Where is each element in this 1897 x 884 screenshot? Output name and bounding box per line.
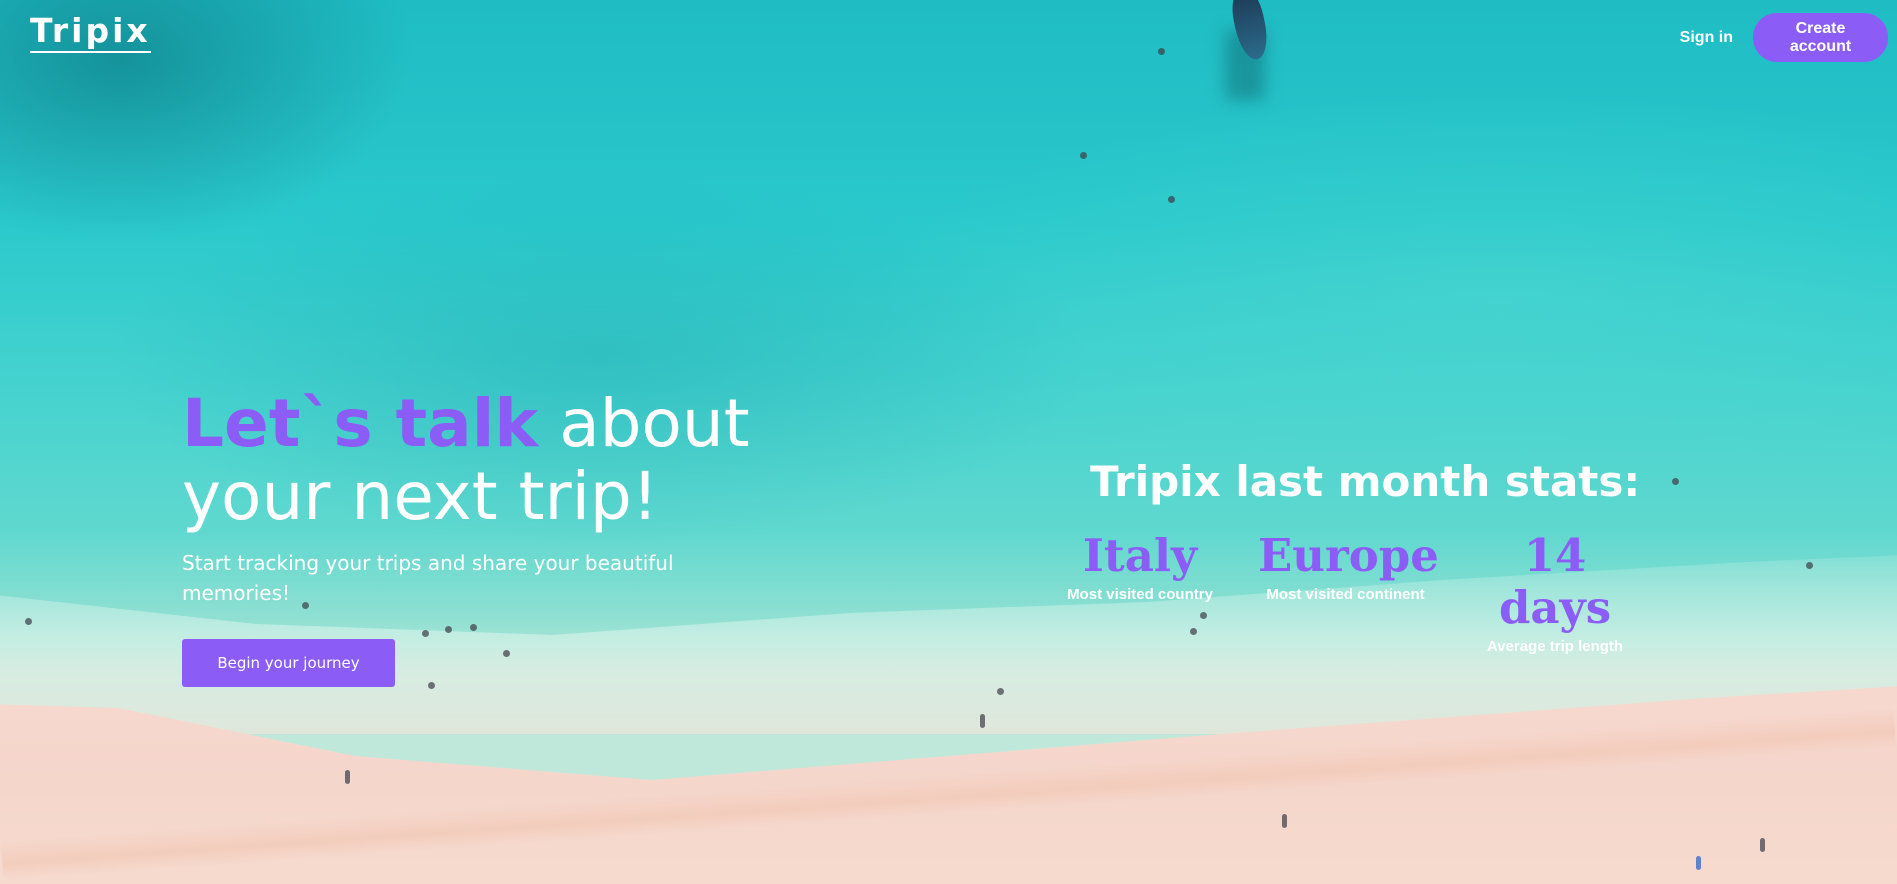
swimmer	[470, 624, 477, 631]
begin-journey-button[interactable]: Begin your journey	[182, 639, 395, 687]
swimmer	[1080, 152, 1087, 159]
stat-label: Average trip length	[1486, 637, 1624, 655]
beach-towel	[1696, 856, 1701, 870]
hero-title-accent: Let`s talk	[182, 385, 539, 462]
stat-most-visited-country: Italy Most visited country	[1060, 530, 1220, 603]
swimmer	[1672, 478, 1679, 485]
swimmer	[1190, 628, 1197, 635]
logo[interactable]: Tripix	[30, 13, 151, 53]
beach-person	[345, 770, 350, 784]
hero-title: Let`s talk about your next trip!	[182, 385, 750, 535]
swimmer	[422, 630, 429, 637]
stat-value: Europe	[1258, 529, 1439, 582]
stat-label: Most visited continent	[1266, 585, 1425, 603]
hero-title-rest: about	[538, 385, 750, 462]
hero-title-line2: your next trip!	[182, 457, 659, 535]
stat-most-visited-continent: Europe Most visited continent	[1258, 529, 1439, 603]
swimmer	[428, 682, 435, 689]
stats-title: Tripix last month stats:	[1090, 457, 1641, 506]
stat-value: 14 days	[1498, 529, 1612, 634]
stat-label: Most visited country	[1067, 585, 1213, 603]
swimmer	[1168, 196, 1175, 203]
beach-person	[1282, 814, 1287, 828]
swimmer	[503, 650, 510, 657]
sign-in-link[interactable]: Sign in	[1680, 29, 1733, 47]
swimmer	[25, 618, 32, 625]
stat-average-trip-length: 14 days Average trip length	[1460, 530, 1650, 655]
swimmer	[445, 626, 452, 633]
beach-person	[1760, 838, 1765, 852]
hero-subtitle: Start tracking your trips and share your…	[182, 551, 674, 605]
beach-person	[980, 714, 985, 728]
swimmer	[1158, 48, 1165, 55]
swimmer	[1806, 562, 1813, 569]
top-nav: Sign in Create account	[1680, 13, 1888, 62]
swimmer	[1200, 612, 1207, 619]
stat-value: Italy	[1082, 529, 1198, 582]
create-account-button[interactable]: Create account	[1753, 13, 1888, 62]
swimmer	[997, 688, 1004, 695]
